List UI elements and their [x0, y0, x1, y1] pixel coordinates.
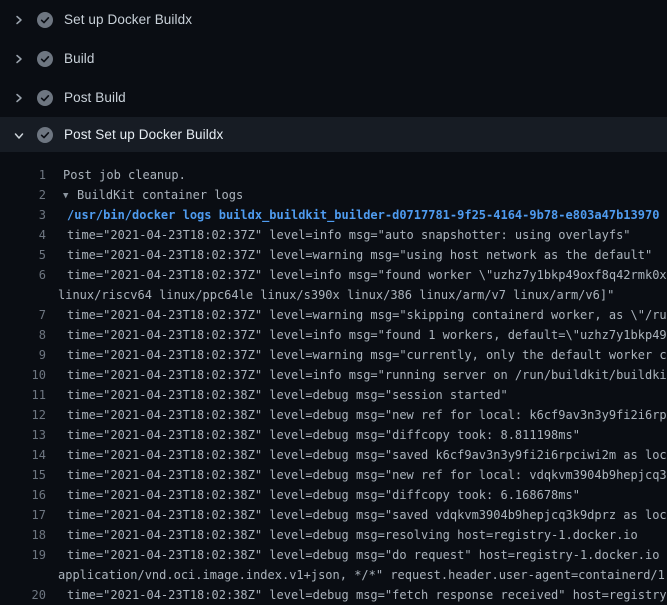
- line-number[interactable]: 16: [0, 485, 46, 505]
- step-set-up-docker-buildx[interactable]: Set up Docker Buildx: [0, 0, 667, 39]
- line-number[interactable]: 6: [0, 265, 46, 285]
- step-post-build[interactable]: Post Build: [0, 78, 667, 117]
- log-line-text: time="2021-04-23T18:02:37Z" level=info m…: [67, 325, 667, 345]
- log-row: 8 time="2021-04-23T18:02:37Z" level=info…: [0, 325, 667, 345]
- step-label: Post Build: [64, 90, 126, 105]
- log-row: linux/riscv64 linux/ppc64le linux/s390x …: [0, 285, 667, 305]
- line-number[interactable]: 7: [0, 305, 46, 325]
- line-number[interactable]: 14: [0, 445, 46, 465]
- log-row: 4 time="2021-04-23T18:02:37Z" level=info…: [0, 225, 667, 245]
- log-row: 5 time="2021-04-23T18:02:37Z" level=warn…: [0, 245, 667, 265]
- step-label: Build: [64, 51, 95, 66]
- line-number[interactable]: 13: [0, 425, 46, 445]
- log-row: 6 time="2021-04-23T18:02:37Z" level=info…: [0, 265, 667, 285]
- log-line-text: linux/riscv64 linux/ppc64le linux/s390x …: [58, 285, 614, 305]
- line-number[interactable]: 2: [0, 185, 46, 205]
- chevron-down-icon: [13, 129, 25, 141]
- group-collapse-triangle-icon: ▼: [63, 186, 77, 206]
- log-line-text: time="2021-04-23T18:02:38Z" level=debug …: [67, 425, 580, 445]
- success-check-icon: [37, 127, 53, 143]
- log-row: 3 /usr/bin/docker logs buildx_buildkit_b…: [0, 205, 667, 225]
- line-number[interactable]: 10: [0, 365, 46, 385]
- line-number[interactable]: 3: [0, 205, 46, 225]
- line-number[interactable]: 12: [0, 405, 46, 425]
- log-row: 12 time="2021-04-23T18:02:38Z" level=deb…: [0, 405, 667, 425]
- chevron-right-icon: [13, 92, 25, 104]
- log-line-text: time="2021-04-23T18:02:38Z" level=debug …: [67, 465, 667, 485]
- line-number[interactable]: 18: [0, 525, 46, 545]
- log-row: application/vnd.oci.image.index.v1+json,…: [0, 565, 667, 585]
- log-row: 18 time="2021-04-23T18:02:38Z" level=deb…: [0, 525, 667, 545]
- steps-list: Set up Docker Buildx Build Post Build: [0, 0, 667, 152]
- success-check-icon: [37, 12, 53, 28]
- log-line-text: application/vnd.oci.image.index.v1+json,…: [58, 565, 667, 585]
- log-row: 20 time="2021-04-23T18:02:38Z" level=deb…: [0, 585, 667, 605]
- log-row: 9 time="2021-04-23T18:02:37Z" level=warn…: [0, 345, 667, 365]
- line-number[interactable]: 1: [0, 165, 46, 185]
- log-line-text: /usr/bin/docker logs buildx_buildkit_bui…: [67, 205, 659, 225]
- step-build[interactable]: Build: [0, 39, 667, 78]
- log-row: 11 time="2021-04-23T18:02:38Z" level=deb…: [0, 385, 667, 405]
- log-group-toggle[interactable]: 2 ▼BuildKit container logs: [0, 185, 667, 205]
- line-number[interactable]: 4: [0, 225, 46, 245]
- line-number[interactable]: 11: [0, 385, 46, 405]
- log-row: 10 time="2021-04-23T18:02:37Z" level=inf…: [0, 365, 667, 385]
- step-label: Post Set up Docker Buildx: [64, 127, 223, 142]
- log-line-text: time="2021-04-23T18:02:38Z" level=debug …: [67, 525, 638, 545]
- log-line-text: time="2021-04-23T18:02:37Z" level=info m…: [67, 365, 667, 385]
- log-row: 19 time="2021-04-23T18:02:38Z" level=deb…: [0, 545, 667, 565]
- log-line-text: time="2021-04-23T18:02:38Z" level=debug …: [67, 545, 667, 565]
- line-number[interactable]: 8: [0, 325, 46, 345]
- log-line-text: Post job cleanup.: [63, 165, 186, 185]
- step-label: Set up Docker Buildx: [64, 12, 192, 27]
- log-line-text: time="2021-04-23T18:02:38Z" level=debug …: [67, 505, 667, 525]
- log-line-text: time="2021-04-23T18:02:37Z" level=warnin…: [67, 245, 652, 265]
- log-line-text: ▼BuildKit container logs: [63, 185, 243, 205]
- log-row: 7 time="2021-04-23T18:02:37Z" level=warn…: [0, 305, 667, 325]
- success-check-icon: [37, 51, 53, 67]
- line-number[interactable]: 5: [0, 245, 46, 265]
- chevron-right-icon: [13, 14, 25, 26]
- line-number[interactable]: 19: [0, 545, 46, 565]
- log-row: 15 time="2021-04-23T18:02:38Z" level=deb…: [0, 465, 667, 485]
- log-row: 13 time="2021-04-23T18:02:38Z" level=deb…: [0, 425, 667, 445]
- log-line-text: time="2021-04-23T18:02:38Z" level=debug …: [67, 385, 508, 405]
- line-number[interactable]: 20: [0, 585, 46, 605]
- log-row: 14 time="2021-04-23T18:02:38Z" level=deb…: [0, 445, 667, 465]
- log-line-text: time="2021-04-23T18:02:37Z" level=info m…: [67, 225, 631, 245]
- log-line-text: time="2021-04-23T18:02:38Z" level=debug …: [67, 405, 667, 425]
- line-number[interactable]: 17: [0, 505, 46, 525]
- log-line-text: time="2021-04-23T18:02:38Z" level=debug …: [67, 485, 580, 505]
- log-row: 17 time="2021-04-23T18:02:38Z" level=deb…: [0, 505, 667, 525]
- line-number[interactable]: 9: [0, 345, 46, 365]
- log-viewer: 1 Post job cleanup. 2 ▼BuildKit containe…: [0, 152, 667, 605]
- success-check-icon: [37, 90, 53, 106]
- log-row: 16 time="2021-04-23T18:02:38Z" level=deb…: [0, 485, 667, 505]
- log-line-text: time="2021-04-23T18:02:37Z" level=warnin…: [67, 345, 667, 365]
- log-row: 1 Post job cleanup.: [0, 165, 667, 185]
- line-number[interactable]: [0, 565, 46, 585]
- line-number[interactable]: [0, 285, 46, 305]
- log-line-text: time="2021-04-23T18:02:37Z" level=warnin…: [67, 305, 667, 325]
- line-number[interactable]: 15: [0, 465, 46, 485]
- step-post-set-up-docker-buildx[interactable]: Post Set up Docker Buildx: [0, 117, 667, 152]
- log-line-text: time="2021-04-23T18:02:37Z" level=info m…: [67, 265, 667, 285]
- chevron-right-icon: [13, 53, 25, 65]
- log-line-text: time="2021-04-23T18:02:38Z" level=debug …: [67, 445, 667, 465]
- log-line-text: time="2021-04-23T18:02:38Z" level=debug …: [67, 585, 667, 605]
